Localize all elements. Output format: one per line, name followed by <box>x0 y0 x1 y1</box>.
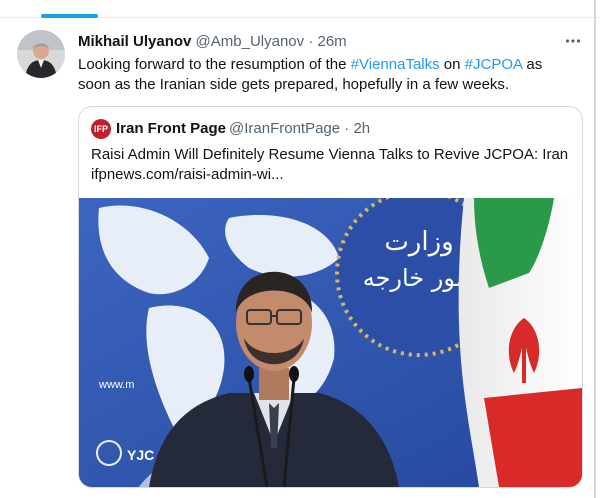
separator-dot: · <box>308 33 314 50</box>
avatar[interactable] <box>17 30 65 78</box>
quoted-avatar-logo[interactable]: IFP <box>91 119 111 139</box>
quoted-link[interactable]: ifpnews.com/raisi-admin-wi... <box>91 165 284 185</box>
tweet-timestamp[interactable]: 26m <box>318 33 347 50</box>
tweet-text-part: Looking forward to the resumption of the <box>78 56 351 73</box>
quoted-tweet-text: Raisi Admin Will Definitely Resume Vienn… <box>91 146 569 163</box>
watermark-text: YJC <box>127 447 154 463</box>
tweet-text-part: on <box>439 56 465 73</box>
hashtag-link[interactable]: #ViennaTalks <box>351 56 440 73</box>
hashtag-link[interactable]: #JCPOA <box>465 56 523 73</box>
svg-text:www.m: www.m <box>98 379 134 391</box>
wall-text-line1: وزارت <box>384 227 453 257</box>
quoted-tweet-card[interactable]: IFP Iran Front Page @IranFrontPage · 2h … <box>78 106 583 488</box>
quoted-timestamp[interactable]: 2h <box>353 120 370 137</box>
tweet-text: Looking forward to the resumption of the… <box>78 55 578 95</box>
author-handle[interactable]: @Amb_Ulyanov <box>196 33 305 50</box>
tweet-header: Mikhail Ulyanov @Amb_Ulyanov · 26m <box>78 33 347 51</box>
quoted-author-name[interactable]: Iran Front Page <box>116 120 226 137</box>
avatar-photo <box>17 30 65 78</box>
wall-text-line2: امور خارجه <box>363 264 476 292</box>
author-name[interactable]: Mikhail Ulyanov <box>78 33 191 50</box>
quoted-author-meta: @IranFrontPage · 2h <box>229 120 371 137</box>
more-horizontal-icon[interactable] <box>565 33 581 53</box>
quoted-author-handle[interactable]: @IranFrontPage <box>229 120 340 137</box>
quoted-media-image[interactable]: www.m وزارت امور خارجه YJC <box>79 198 582 487</box>
